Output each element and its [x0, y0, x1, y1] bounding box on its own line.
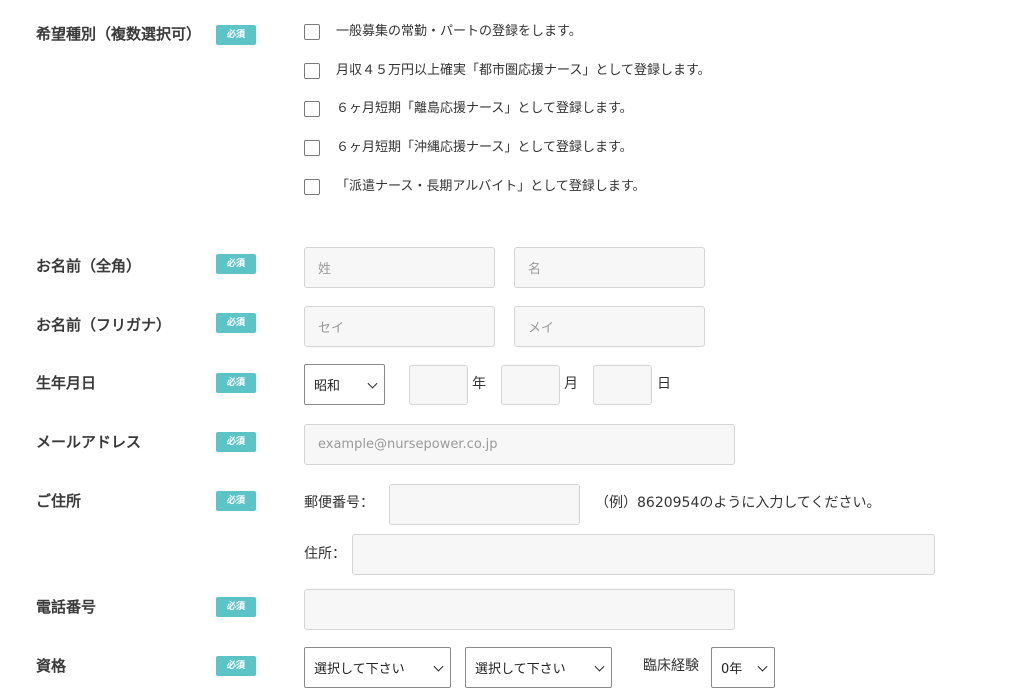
qualification-label: 資格	[36, 657, 67, 675]
required-badge: 必須	[216, 491, 256, 511]
clinical-experience-select[interactable]: 0年	[711, 647, 775, 688]
required-badge: 必須	[216, 313, 256, 333]
birth-era-select[interactable]: 昭和	[304, 364, 385, 405]
email-label: メールアドレス	[36, 433, 142, 451]
postal-code-hint: （例）8620954のように入力してください。	[595, 495, 881, 511]
email-placeholder: example@nursepower.co.jp	[318, 437, 498, 452]
chevron-down-icon	[433, 661, 444, 672]
phone-input[interactable]	[304, 589, 735, 630]
clinical-experience-value: 0年	[721, 662, 743, 677]
chevron-down-icon	[757, 661, 768, 672]
checkbox-dispatch-nurse-label[interactable]: 「派遣ナース・長期アルバイト」として登録します。	[336, 178, 646, 196]
checkbox-island-nurse[interactable]	[304, 101, 320, 117]
checkbox-island-nurse-label[interactable]: ６ヶ月短期「離島応援ナース」として登録します。	[336, 100, 633, 118]
qualification-select-1-value: 選択して下さい	[314, 662, 405, 677]
qualification-select-2-value: 選択して下さい	[475, 662, 566, 677]
chevron-down-icon	[367, 378, 378, 389]
last-name-kana-input[interactable]: セイ	[304, 306, 495, 347]
day-unit: 日	[657, 376, 671, 392]
checkbox-general-label[interactable]: 一般募集の常勤・パートの登録をします。	[336, 23, 582, 41]
required-badge: 必須	[216, 597, 256, 617]
first-name-input[interactable]: 名	[514, 247, 705, 288]
first-name-placeholder: 名	[528, 262, 542, 277]
last-name-input[interactable]: 姓	[304, 247, 495, 288]
required-badge: 必須	[216, 432, 256, 452]
qualification-select-1[interactable]: 選択して下さい	[304, 647, 451, 688]
checkbox-urban-nurse-label[interactable]: 月収４５万円以上確実「都市圏応援ナース」として登録します。	[336, 62, 711, 80]
checkbox-okinawa-nurse[interactable]	[304, 140, 320, 156]
first-name-kana-input[interactable]: メイ	[514, 306, 705, 347]
birth-year-input[interactable]	[409, 365, 468, 405]
required-badge: 必須	[216, 373, 256, 393]
year-unit: 年	[472, 376, 486, 392]
postal-code-input[interactable]	[389, 484, 580, 525]
checkbox-okinawa-nurse-label[interactable]: ６ヶ月短期「沖縄応援ナース」として登録します。	[336, 139, 633, 157]
chevron-down-icon	[594, 661, 605, 672]
required-badge: 必須	[216, 656, 256, 676]
desired-type-label: 希望種別（複数選択可）	[36, 25, 202, 43]
birth-month-input[interactable]	[501, 365, 560, 405]
address-line-label: 住所：	[304, 546, 346, 562]
birth-era-value: 昭和	[314, 379, 341, 394]
address-input[interactable]	[352, 534, 935, 575]
birthdate-label: 生年月日	[36, 374, 97, 392]
birth-day-input[interactable]	[593, 365, 652, 405]
qualification-select-2[interactable]: 選択して下さい	[465, 647, 612, 688]
checkbox-urban-nurse[interactable]	[304, 63, 320, 79]
month-unit: 月	[564, 376, 578, 392]
checkbox-dispatch-nurse[interactable]	[304, 179, 320, 195]
address-label: ご住所	[36, 492, 82, 510]
phone-label: 電話番号	[36, 598, 97, 616]
last-name-kana-placeholder: セイ	[318, 321, 345, 336]
email-input[interactable]: example@nursepower.co.jp	[304, 424, 735, 465]
name-kana-label: お名前（フリガナ）	[36, 316, 172, 334]
required-badge: 必須	[216, 25, 256, 45]
checkbox-general[interactable]	[304, 24, 320, 40]
name-fullwidth-label: お名前（全角）	[36, 257, 142, 275]
first-name-kana-placeholder: メイ	[528, 321, 555, 336]
postal-code-label: 郵便番号：	[304, 495, 374, 511]
last-name-placeholder: 姓	[318, 262, 332, 277]
required-badge: 必須	[216, 254, 256, 274]
clinical-experience-label: 臨床経験	[643, 658, 699, 674]
